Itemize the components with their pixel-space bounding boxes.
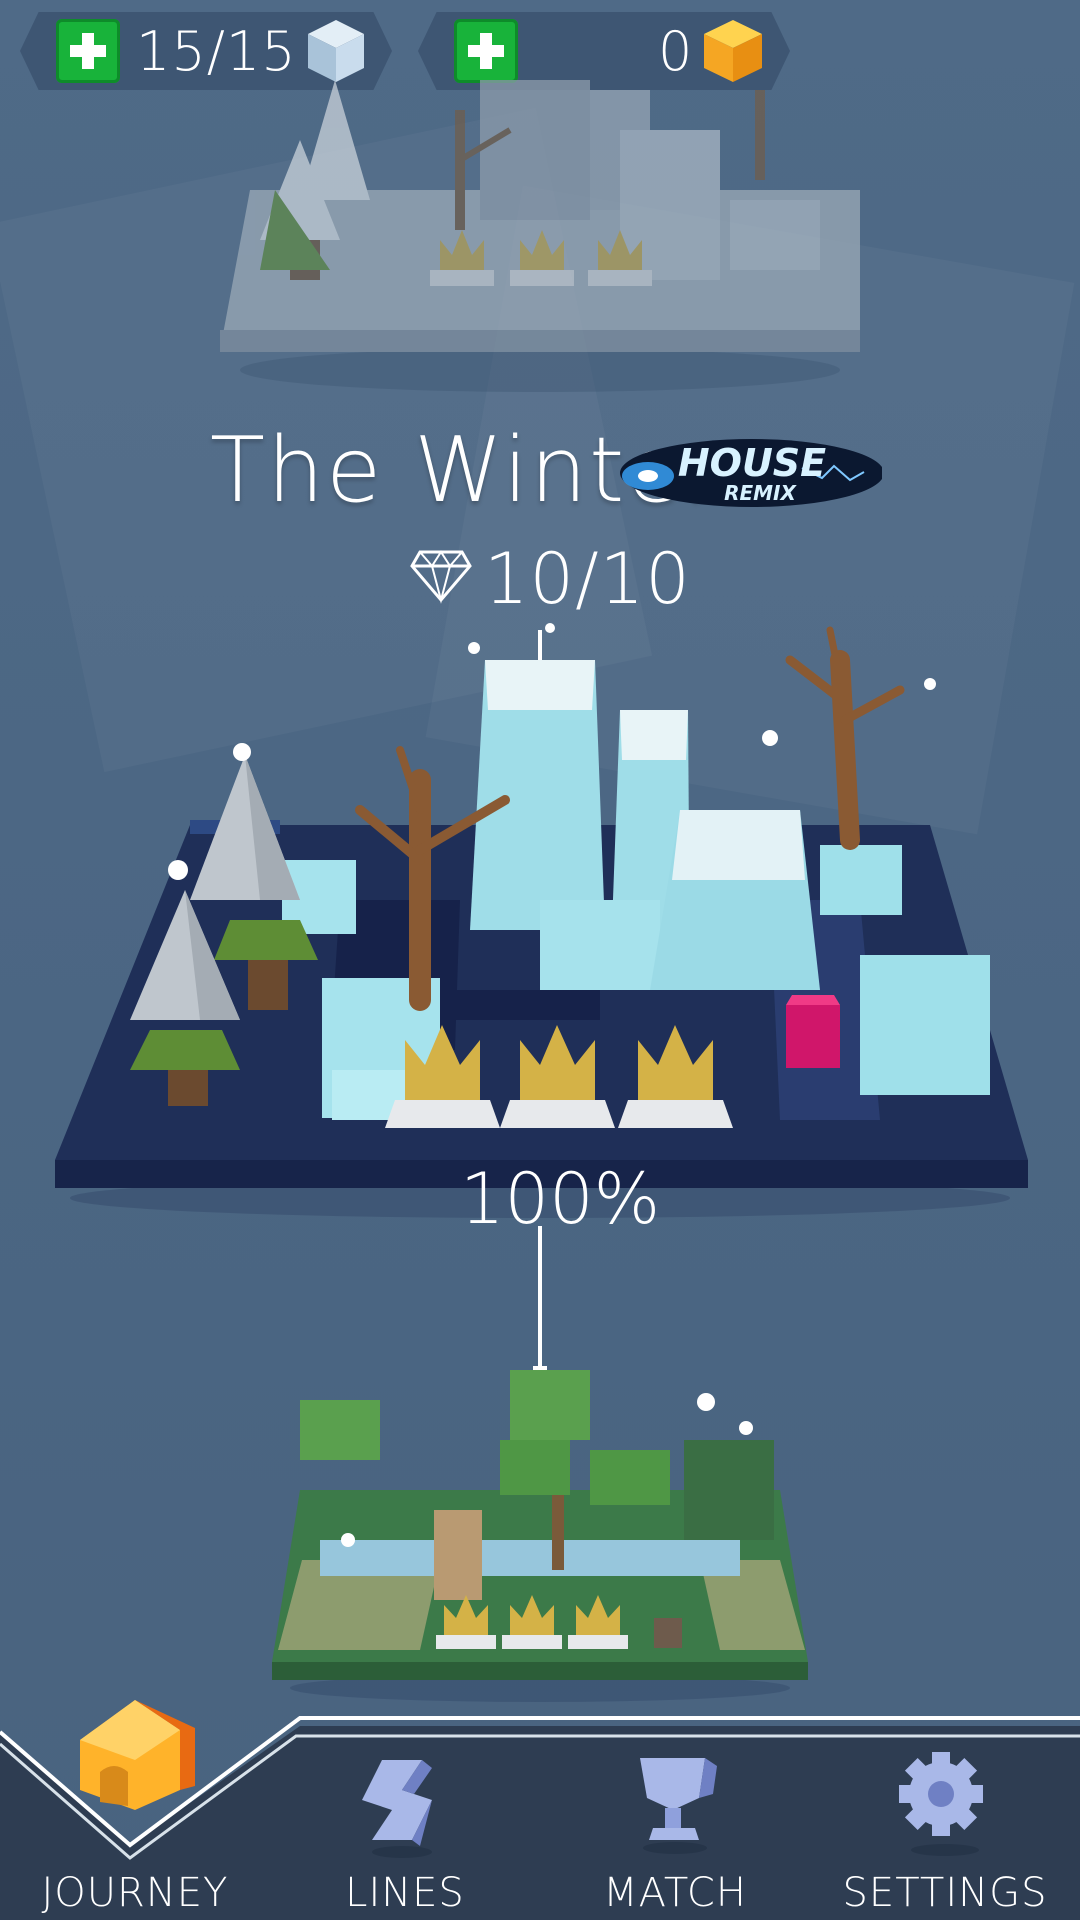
- badge-main-text: HOUSE: [678, 441, 826, 485]
- tab-journey-label: JOURNEY: [41, 1870, 229, 1916]
- crown-trophies: [385, 1025, 733, 1128]
- previous-level-island[interactable]: [0, 70, 1080, 450]
- tab-journey[interactable]: JOURNEY: [0, 1700, 270, 1920]
- house-remix-badge: HOUSE REMIX: [620, 439, 882, 507]
- diamond-icon: [410, 550, 472, 604]
- tab-match[interactable]: MATCH: [540, 1710, 810, 1920]
- plus-icon: [468, 33, 504, 69]
- plus-icon: [70, 33, 106, 69]
- tab-settings-label: SETTINGS: [842, 1870, 1048, 1916]
- next-level-island[interactable]: [0, 1350, 1080, 1710]
- trophy-icon: [640, 1758, 717, 1854]
- tab-match-label: MATCH: [603, 1870, 747, 1916]
- lines-icon: [362, 1760, 432, 1858]
- gear-icon: [899, 1752, 983, 1856]
- current-level-island[interactable]: [0, 600, 1080, 1220]
- tab-lines-label: LINES: [345, 1870, 465, 1916]
- badge-sub-text: REMIX: [724, 481, 797, 505]
- bare-tree: [785, 626, 905, 850]
- bottom-tab-bar: JOURNEY LINES MATCH SETTINGS: [0, 1700, 1080, 1920]
- game-screen: 15/15 0 The Winter HOUSE REMIX 10/10 100…: [0, 0, 1080, 1920]
- house-icon: [80, 1700, 195, 1810]
- progress-percent: 100%: [460, 1158, 661, 1240]
- tab-settings[interactable]: SETTINGS: [810, 1710, 1080, 1920]
- tab-lines[interactable]: LINES: [270, 1710, 540, 1920]
